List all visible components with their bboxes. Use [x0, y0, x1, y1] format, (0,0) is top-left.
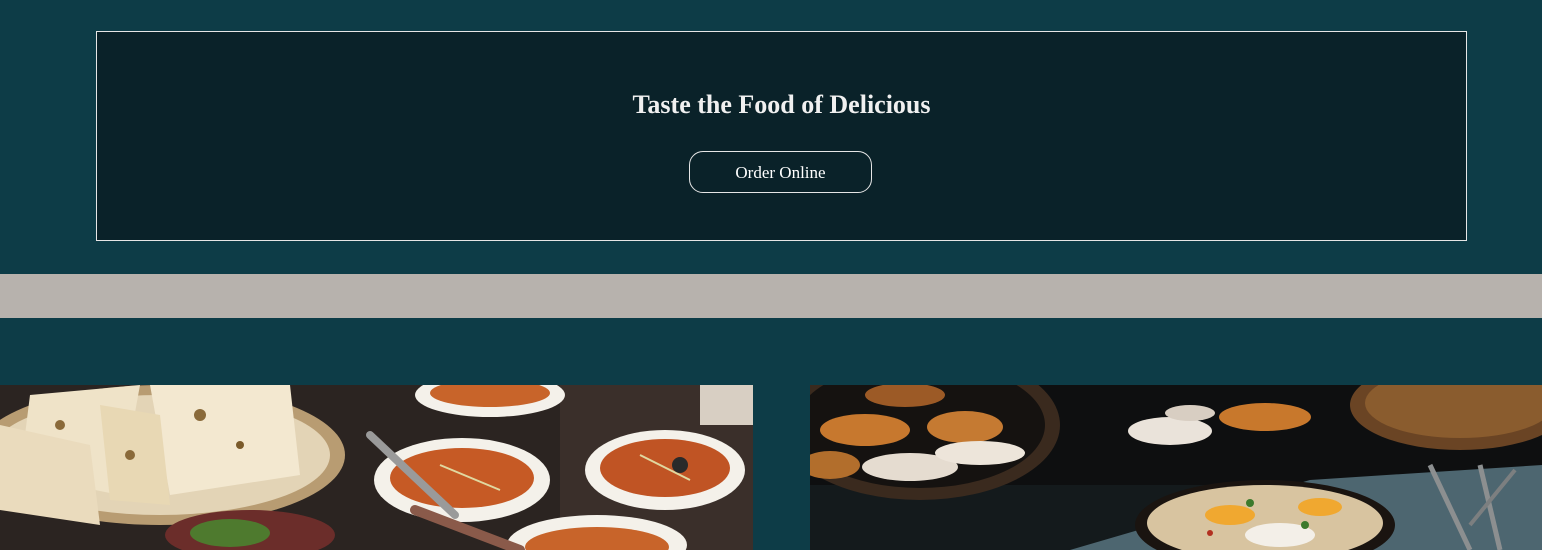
- promo-box: Taste the Food of Delicious Order Online: [96, 31, 1467, 241]
- food-gallery: [0, 318, 1542, 550]
- divider-band: [0, 274, 1542, 318]
- promo-section: Taste the Food of Delicious Order Online: [0, 0, 1542, 274]
- eggs-shakshuka-photo: [810, 385, 1542, 550]
- indian-curry-naan-photo: [0, 385, 753, 550]
- promo-title: Taste the Food of Delicious: [632, 90, 931, 119]
- curry-naan-illustration: [0, 385, 753, 550]
- order-online-button[interactable]: Order Online: [689, 151, 872, 193]
- eggs-shakshuka-illustration: [810, 385, 1542, 550]
